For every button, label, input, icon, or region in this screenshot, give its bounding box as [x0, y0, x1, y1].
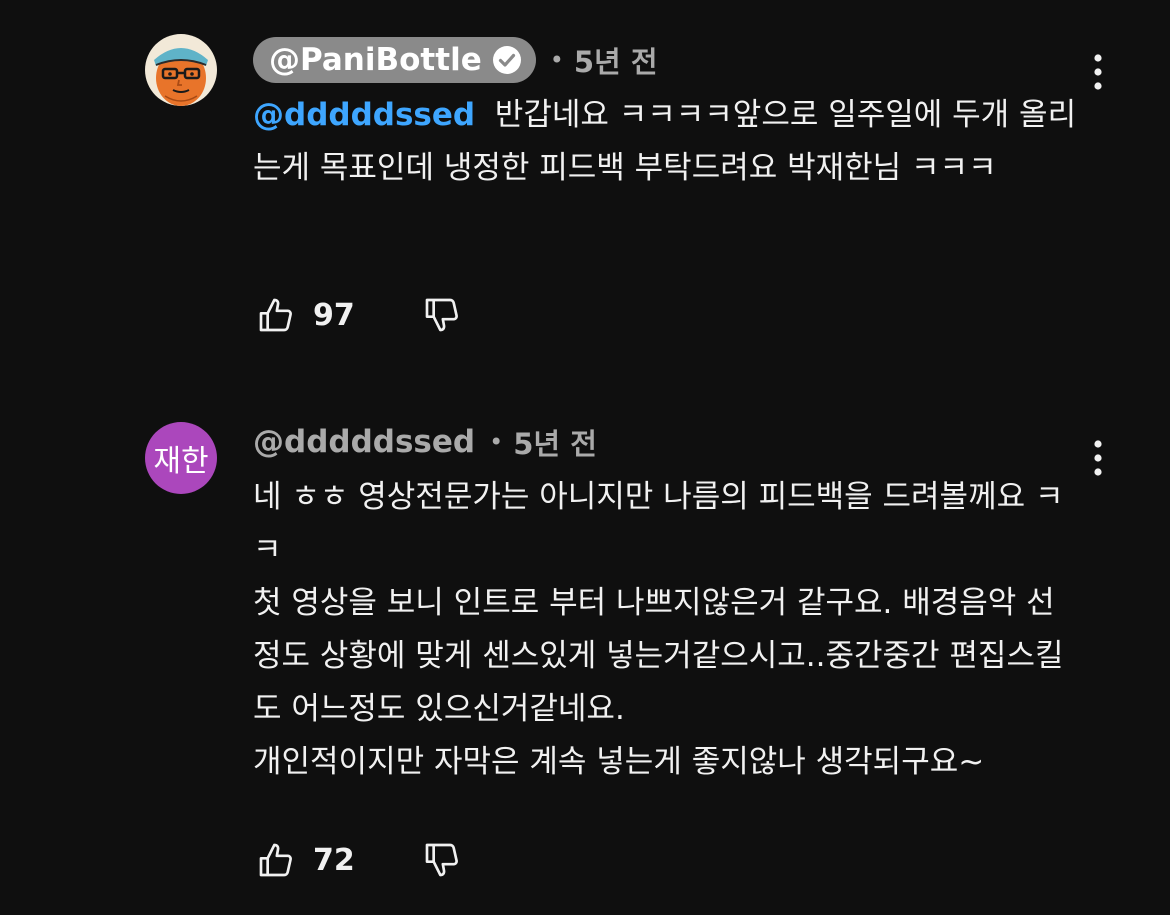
- dislike-button[interactable]: [419, 292, 465, 338]
- verified-check-icon: [492, 46, 521, 74]
- comment-text: 네 ㅎㅎ 영상전문가는 아니지만 나름의 피드백을 드려볼께요 ㅋㅋ 첫 영상을…: [253, 479, 1064, 780]
- avatar-dddddssed[interactable]: 재한: [145, 422, 217, 494]
- more-actions-button[interactable]: [1084, 52, 1112, 92]
- like-button[interactable]: [253, 292, 299, 338]
- like-button[interactable]: [253, 837, 299, 883]
- vertical-ellipsis-icon: [1094, 440, 1102, 476]
- comment-actions: 72: [253, 835, 465, 885]
- comment-text: @dddddssed 반갑네요 ㅋㅋㅋㅋ앞으로 일주일에 두개 올리는게 목표인…: [253, 89, 1083, 195]
- comment-time[interactable]: 5년 전: [574, 39, 658, 81]
- author-name[interactable]: @dddddssed: [253, 424, 475, 460]
- thumbs-down-icon: [425, 843, 458, 877]
- cartoon-face-avatar-icon: [145, 34, 217, 106]
- comment-header: @dddddssed • 5년 전: [253, 418, 597, 466]
- thumbs-down-icon: [425, 298, 458, 332]
- thumbs-up-icon: [259, 843, 292, 877]
- avatar-panibottle[interactable]: [145, 34, 217, 106]
- like-count: 72: [313, 842, 355, 878]
- avatar-text: 재한: [153, 444, 209, 479]
- comment-actions: 97: [253, 290, 465, 340]
- like-count: 97: [313, 297, 355, 333]
- mention-link[interactable]: @dddddssed: [253, 97, 475, 133]
- separator-dot: •: [549, 46, 564, 74]
- comment-time[interactable]: 5년 전: [513, 421, 597, 463]
- comment-header: @PaniBottle • 5년 전: [253, 36, 658, 84]
- vertical-ellipsis-icon: [1094, 54, 1102, 90]
- author-chip[interactable]: @PaniBottle: [253, 37, 536, 83]
- more-actions-button[interactable]: [1084, 438, 1112, 478]
- author-name: @PaniBottle: [269, 42, 482, 78]
- separator-dot: •: [489, 428, 504, 456]
- thumbs-up-icon: [259, 298, 292, 332]
- dislike-button[interactable]: [419, 837, 465, 883]
